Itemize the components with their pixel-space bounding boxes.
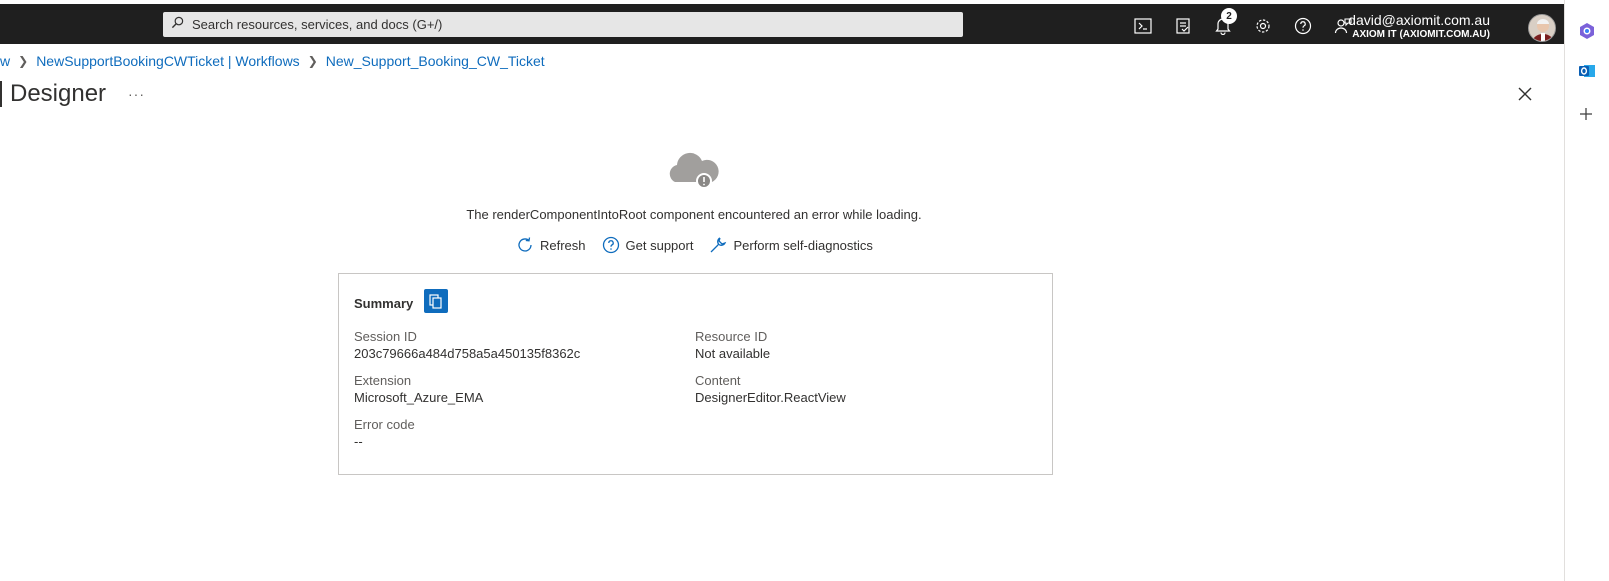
breadcrumb-item-workflow[interactable]: New_Support_Booking_CW_Ticket bbox=[326, 53, 545, 69]
error-message: The renderComponentIntoRoot component en… bbox=[466, 207, 922, 222]
account-info[interactable]: david@axiomit.com.au AXIOM IT (AXIOMIT.C… bbox=[1348, 12, 1490, 42]
search-box[interactable]: Search resources, services, and docs (G+… bbox=[163, 12, 963, 37]
notification-badge: 2 bbox=[1221, 8, 1237, 24]
cloud-shell-icon[interactable] bbox=[1133, 16, 1153, 36]
breadcrumb-item-workflows[interactable]: NewSupportBookingCWTicket | Workflows bbox=[36, 53, 300, 69]
search-icon bbox=[171, 16, 184, 34]
account-email: david@axiomit.com.au bbox=[1348, 12, 1490, 28]
cloud-error-icon bbox=[665, 148, 721, 190]
add-icon[interactable] bbox=[1579, 107, 1593, 126]
question-icon bbox=[602, 236, 619, 254]
top-bar: Search resources, services, and docs (G+… bbox=[0, 4, 1564, 44]
copy-button[interactable] bbox=[424, 289, 448, 313]
resource-id-label: Resource ID bbox=[695, 329, 768, 344]
get-support-button[interactable]: Get support bbox=[602, 236, 694, 254]
session-id-label: Session ID bbox=[354, 329, 417, 344]
session-id-value: 203c79666a484d758a5a450135f8362c bbox=[354, 346, 581, 361]
get-support-label: Get support bbox=[625, 237, 694, 253]
session-id-field: Session ID 203c79666a484d758a5a450135f83… bbox=[354, 329, 580, 363]
directory-filter-icon[interactable] bbox=[1173, 16, 1193, 36]
error-actions: Refresh Get support Perform self-diagnos… bbox=[516, 236, 889, 254]
error-code-value: -- bbox=[354, 434, 363, 449]
refresh-icon bbox=[518, 237, 532, 252]
extension-field: Extension Microsoft_Azure_EMA bbox=[354, 373, 483, 407]
content-field: Content DesignerEditor.ReactView bbox=[695, 373, 846, 407]
resource-id-value: Not available bbox=[695, 346, 771, 361]
help-icon[interactable] bbox=[1293, 16, 1313, 36]
extension-value: Microsoft_Azure_EMA bbox=[354, 390, 484, 405]
settings-gear-icon[interactable] bbox=[1253, 16, 1273, 36]
copy-icon bbox=[429, 294, 442, 309]
resource-id-field: Resource ID Not available bbox=[695, 329, 770, 363]
error-code-field: Error code -- bbox=[354, 417, 415, 451]
wrench-icon bbox=[711, 237, 727, 253]
avatar[interactable] bbox=[1528, 14, 1556, 42]
content-value: DesignerEditor.ReactView bbox=[695, 390, 846, 405]
close-icon[interactable] bbox=[1517, 86, 1537, 106]
copilot-icon[interactable] bbox=[1578, 22, 1596, 45]
edge-sidebar bbox=[1564, 0, 1609, 581]
page-title: Designer bbox=[0, 80, 106, 108]
page-title-text: Designer bbox=[10, 80, 107, 107]
summary-title: Summary bbox=[354, 296, 414, 311]
outlook-icon[interactable] bbox=[1578, 62, 1596, 85]
account-tenant: AXIOM IT (AXIOMIT.COM.AU) bbox=[1352, 29, 1490, 40]
error-code-label: Error code bbox=[354, 417, 415, 432]
content-label: Content bbox=[695, 373, 741, 388]
chevron-right-icon: ❯ bbox=[307, 54, 318, 68]
summary-panel: Summary Session ID 203c79666a484d758a5a4… bbox=[338, 273, 1053, 475]
chevron-right-icon: ❯ bbox=[18, 54, 29, 68]
self-diagnostics-button[interactable]: Perform self-diagnostics bbox=[709, 236, 873, 254]
refresh-label: Refresh bbox=[540, 237, 586, 253]
title-divider bbox=[0, 81, 2, 107]
extension-label: Extension bbox=[354, 373, 412, 388]
search-placeholder: Search resources, services, and docs (G+… bbox=[192, 17, 443, 32]
more-options-button[interactable]: ··· bbox=[128, 86, 145, 102]
self-diagnostics-label: Perform self-diagnostics bbox=[733, 237, 873, 253]
refresh-button[interactable]: Refresh bbox=[516, 236, 586, 254]
breadcrumb-item-partial[interactable]: w bbox=[0, 53, 10, 69]
breadcrumb: w ❯ NewSupportBookingCWTicket | Workflow… bbox=[0, 53, 545, 69]
